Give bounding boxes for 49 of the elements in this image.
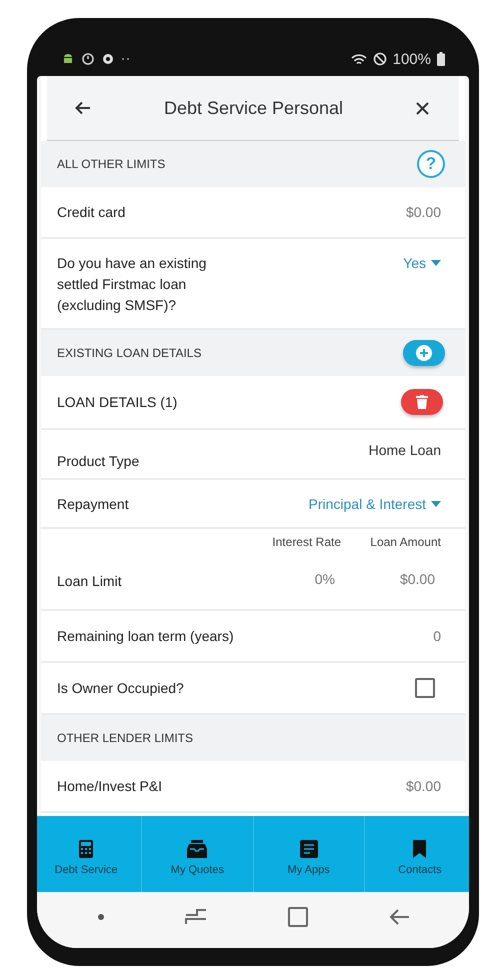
field-value: $0.00	[406, 778, 441, 794]
plus-icon	[416, 345, 432, 361]
dropdown[interactable]: Principal & Interest	[308, 496, 441, 512]
trash-icon	[416, 395, 428, 409]
column-heading: Interest Rate	[272, 535, 341, 549]
section-heading: ALL OTHER LIMITS	[57, 157, 166, 171]
wifi-icon	[350, 52, 367, 66]
field-label: Home/Invest P&I	[57, 778, 162, 794]
home-icon[interactable]	[288, 907, 308, 927]
field-value: $0.00	[400, 571, 436, 587]
field-value: 0%	[314, 571, 336, 587]
dot-icon	[98, 914, 104, 920]
bookmark-icon	[413, 840, 426, 858]
section-heading: OTHER LENDER LIMITS	[57, 731, 194, 745]
close-icon[interactable]	[416, 102, 429, 114]
timer-icon	[81, 52, 95, 66]
help-button[interactable]: ?	[417, 150, 445, 178]
field-label: Credit card	[57, 204, 126, 220]
field-label: Product Type	[57, 453, 140, 469]
more-icon	[121, 57, 131, 61]
field-label: Do you have an existing settled Firstmac loan (excluding SMSF)?	[57, 254, 208, 315]
field-value: 0	[433, 628, 441, 644]
battery-percent: 100%	[392, 50, 431, 68]
field-label: LOAN DETAILS (1)	[57, 394, 178, 410]
field-label: Repayment	[57, 495, 129, 514]
field-value: $0.00	[406, 204, 441, 220]
dropdown[interactable]: Yes	[403, 255, 441, 271]
screen-title: Debt Service Personal	[162, 98, 344, 118]
field-value: Home Loan	[368, 442, 441, 458]
section-heading: EXISTING LOAN DETAILS	[57, 346, 202, 360]
back-icon[interactable]	[388, 909, 408, 925]
back-arrow-icon[interactable]	[75, 101, 91, 115]
column-heading: Loan Amount	[370, 535, 441, 549]
checkbox[interactable]	[415, 678, 435, 698]
android-icon	[61, 52, 75, 66]
nav-tab[interactable]: Contacts	[364, 816, 469, 892]
inbox-tray-icon	[187, 840, 208, 858]
calculator-icon	[79, 840, 94, 858]
delete-button[interactable]	[401, 389, 443, 415]
caret-icon	[431, 501, 441, 507]
field-label: Remaining loan term (years)	[57, 628, 234, 644]
field-label: Loan Limit	[57, 573, 122, 589]
recent-apps-icon[interactable]	[184, 907, 206, 927]
caret-icon	[431, 260, 441, 266]
add-button[interactable]	[403, 340, 445, 366]
document-icon	[300, 840, 318, 858]
field-label: Is Owner Occupied?	[57, 680, 184, 696]
do-not-disturb-icon	[372, 52, 387, 66]
battery-icon	[437, 52, 445, 66]
